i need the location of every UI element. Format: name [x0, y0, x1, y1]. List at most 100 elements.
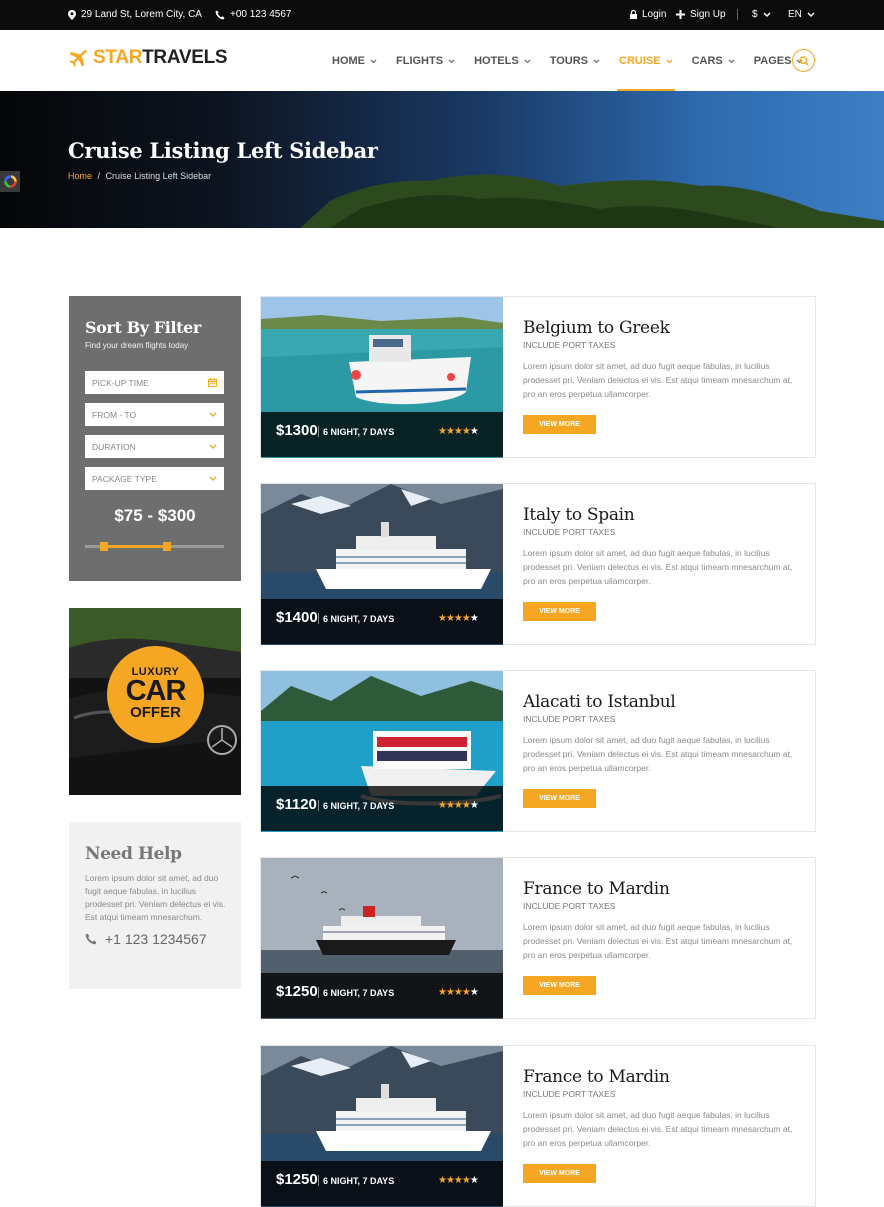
logo-text-travels: TRAVELS — [142, 47, 228, 68]
chevron-down-icon — [209, 476, 217, 481]
cruise-taxes: INCLUDE PORT TAXES — [523, 1089, 616, 1099]
chevron-down-icon — [763, 12, 771, 17]
cruise-taxes: INCLUDE PORT TAXES — [523, 901, 616, 911]
signup-link[interactable]: Sign Up — [676, 9, 726, 20]
nav-item-hotels[interactable]: HOTELS — [474, 55, 531, 67]
nav-item-cruise[interactable]: CRUISE — [617, 55, 675, 92]
cruise-title[interactable]: Italy to Spain — [523, 505, 635, 525]
duration: 6 NIGHT, 7 DAYS — [323, 1176, 395, 1186]
breadcrumb: Home / Cruise Listing Left Sidebar — [68, 171, 211, 181]
phone-info: +00 123 4567 — [215, 9, 291, 20]
slider-handle-min[interactable] — [100, 542, 108, 551]
view-more-button[interactable]: VIEW MORE — [523, 602, 596, 621]
from-to-select[interactable]: FROM - TO — [85, 403, 224, 426]
nav-item-home[interactable]: HOME — [332, 55, 377, 67]
currency-label: $ — [752, 9, 758, 20]
field-label: PACKAGE TYPE — [92, 473, 157, 484]
luxury-car-offer-banner[interactable]: LUXURY CAR OFFER — [69, 608, 241, 795]
page-hero: Cruise Listing Left Sidebar Home / Cruis… — [0, 91, 884, 228]
help-phone[interactable]: +1 123 1234567 — [85, 931, 207, 947]
nav-item-flights[interactable]: FLIGHTS — [396, 55, 455, 67]
cruise-taxes: INCLUDE PORT TAXES — [523, 527, 616, 537]
view-more-button[interactable]: VIEW MORE — [523, 1164, 596, 1183]
nav-label: PAGES — [753, 55, 792, 67]
cruise-description: Lorem ipsum dolor sit amet, ad duo fugit… — [523, 1110, 793, 1148]
price: $1250 — [276, 983, 318, 1000]
price: $1250 — [276, 1171, 318, 1188]
price: $1400 — [276, 609, 318, 626]
chevron-down-icon — [448, 59, 455, 63]
nav-label: TOURS — [549, 55, 588, 67]
nav-item-cars[interactable]: CARS — [692, 55, 735, 67]
cruise-title[interactable]: Belgium to Greek — [523, 318, 670, 338]
breadcrumb-separator: / — [97, 171, 101, 181]
phone-text: +00 123 4567 — [230, 9, 292, 20]
site-logo[interactable]: STAR TRAVELS — [68, 47, 228, 69]
duration: 6 NIGHT, 7 DAYS — [323, 427, 395, 437]
price-bar: $1120 6 NIGHT, 7 DAYS ★★★★★ — [261, 786, 503, 831]
cruise-title[interactable]: Alacati to Istanbul — [523, 692, 676, 712]
sort-filter-panel: Sort By Filter Find your dream flights t… — [69, 296, 241, 581]
phone-icon — [215, 10, 225, 19]
field-label: FROM - TO — [92, 409, 137, 420]
badge-line-offer: OFFER — [130, 704, 181, 721]
language-select[interactable]: EN — [788, 9, 815, 20]
chevron-down-icon — [524, 59, 531, 63]
top-bar: 29 Land St, Lorem City, CA +00 123 4567 … — [0, 0, 884, 30]
address-info: 29 Land St, Lorem City, CA — [68, 9, 202, 20]
cruise-title[interactable]: France to Mardin — [523, 1067, 670, 1087]
phone-icon — [85, 933, 97, 945]
filter-title: Sort By Filter — [85, 318, 201, 337]
plus-icon — [676, 10, 685, 19]
login-link[interactable]: Login — [630, 9, 666, 20]
address-text: 29 Land St, Lorem City, CA — [81, 9, 202, 20]
field-label: DURATION — [92, 441, 136, 452]
chevron-down-icon — [593, 59, 600, 63]
price-bar: $1250 6 NIGHT, 7 DAYS ★★★★★ — [261, 973, 503, 1018]
cruise-card: $1120 6 NIGHT, 7 DAYS ★★★★★ Alacati to I… — [260, 670, 816, 832]
chevron-down-icon — [728, 59, 735, 63]
logo-text-star: STAR — [93, 47, 143, 68]
currency-select[interactable]: $ — [752, 9, 771, 20]
cruise-description: Lorem ipsum dolor sit amet, ad duo fugit… — [523, 922, 793, 960]
nav-label: HOTELS — [474, 55, 519, 67]
color-switcher-toggle[interactable] — [0, 171, 20, 192]
nav-label: HOME — [332, 55, 365, 67]
star-rating: ★★★★★ — [438, 800, 479, 811]
duration: 6 NIGHT, 7 DAYS — [323, 614, 395, 624]
nav-item-tours[interactable]: TOURS — [550, 55, 600, 67]
duration-select[interactable]: DURATION — [85, 435, 224, 458]
search-icon — [798, 55, 809, 66]
cruise-description: Lorem ipsum dolor sit amet, ad duo fugit… — [523, 361, 793, 399]
slider-handle-max[interactable] — [163, 542, 171, 551]
need-help-panel: Need Help Lorem ipsum dolor sit amet, ad… — [69, 822, 241, 989]
price-bar: $1300 6 NIGHT, 7 DAYS ★★★★★ — [261, 412, 503, 457]
cruise-title[interactable]: France to Mardin — [523, 879, 670, 899]
view-more-button[interactable]: VIEW MORE — [523, 976, 596, 995]
airplane-icon — [69, 50, 87, 67]
star-rating: ★★★★★ — [438, 426, 479, 437]
duration: 6 NIGHT, 7 DAYS — [323, 988, 395, 998]
topbar-divider — [737, 9, 738, 20]
package-type-select[interactable]: PACKAGE TYPE — [85, 467, 224, 490]
cruise-card: $1250 6 NIGHT, 7 DAYS ★★★★★ France to Ma… — [260, 1045, 816, 1207]
login-label: Login — [642, 9, 667, 20]
view-more-button[interactable]: VIEW MORE — [523, 789, 596, 808]
price-range-slider[interactable] — [85, 542, 224, 551]
lock-icon — [630, 10, 637, 19]
view-more-button[interactable]: VIEW MORE — [523, 415, 596, 434]
search-button[interactable] — [792, 49, 815, 72]
chevron-down-icon — [807, 12, 815, 17]
star-rating: ★★★★★ — [438, 987, 479, 998]
help-text: Lorem ipsum dolor sit amet, ad duo fugit… — [85, 873, 226, 922]
star-rating: ★★★★★ — [438, 1175, 479, 1186]
chevron-down-icon — [209, 444, 217, 449]
chevron-down-icon — [370, 59, 377, 63]
pickup-time-field[interactable]: PICK-UP TIME — [85, 371, 224, 394]
cruise-taxes: INCLUDE PORT TAXES — [523, 714, 616, 724]
breadcrumb-current: Cruise Listing Left Sidebar — [105, 171, 212, 181]
breadcrumb-home[interactable]: Home — [68, 171, 92, 181]
price: $1120 — [276, 796, 317, 813]
price-bar: $1250 6 NIGHT, 7 DAYS ★★★★★ — [261, 1161, 503, 1206]
nav-label: CARS — [691, 55, 723, 67]
